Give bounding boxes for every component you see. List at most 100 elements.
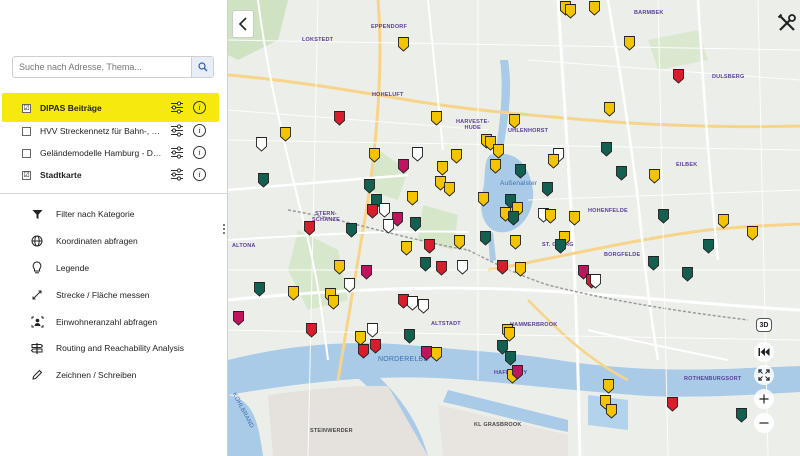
dipas-marker-icon[interactable]	[542, 182, 553, 197]
layer-item-dipas[interactable]: ☑ DIPAS Beiträge i	[0, 96, 228, 120]
dipas-marker-icon[interactable]	[606, 404, 617, 419]
dipas-marker-icon[interactable]	[412, 147, 423, 162]
dipas-marker-icon[interactable]	[747, 226, 758, 241]
info-icon[interactable]: i	[193, 146, 206, 159]
dipas-marker-icon[interactable]	[404, 329, 415, 344]
dipas-marker-icon[interactable]	[480, 231, 491, 246]
search-button[interactable]	[191, 57, 213, 77]
dipas-marker-icon[interactable]	[648, 256, 659, 271]
sliders-icon[interactable]	[170, 168, 184, 181]
dipas-marker-icon[interactable]	[383, 219, 394, 234]
3d-button[interactable]: 3D	[756, 318, 772, 332]
dipas-marker-icon[interactable]	[367, 323, 378, 338]
zoom-in-button[interactable]	[754, 389, 774, 409]
dipas-marker-icon[interactable]	[437, 161, 448, 176]
dipas-marker-icon[interactable]	[508, 211, 519, 226]
dipas-marker-icon[interactable]	[369, 148, 380, 163]
zoom-out-button[interactable]	[754, 413, 774, 433]
dipas-marker-icon[interactable]	[334, 111, 345, 126]
layer-item-stadtkarte[interactable]: ☑ Stadtkarte i	[0, 164, 228, 186]
sliders-icon[interactable]	[170, 101, 184, 114]
map-view[interactable]: LOKSTEDT EPPENDORF BARMBEK DULSBERG HOHE…	[228, 0, 800, 456]
dipas-marker-icon[interactable]	[736, 408, 747, 423]
dipas-marker-icon[interactable]	[673, 69, 684, 84]
dipas-marker-icon[interactable]	[344, 278, 355, 293]
layer-item-dgm[interactable]: Geländemodelle Hamburg - DGM i	[0, 142, 228, 164]
dipas-marker-icon[interactable]	[304, 221, 315, 236]
dipas-marker-icon[interactable]	[288, 286, 299, 301]
dipas-marker-icon[interactable]	[410, 217, 421, 232]
dipas-marker-icon[interactable]	[624, 36, 635, 51]
dipas-marker-icon[interactable]	[505, 351, 516, 366]
dipas-marker-icon[interactable]	[718, 214, 729, 229]
dipas-marker-icon[interactable]	[515, 164, 526, 179]
dipas-marker-icon[interactable]	[545, 209, 556, 224]
dipas-marker-icon[interactable]	[334, 260, 345, 275]
dipas-marker-icon[interactable]	[254, 282, 265, 297]
dipas-marker-icon[interactable]	[444, 182, 455, 197]
dipas-marker-icon[interactable]	[424, 239, 435, 254]
sliders-icon[interactable]	[170, 124, 184, 137]
dipas-marker-icon[interactable]	[370, 339, 381, 354]
tool-population[interactable]: Einwohneranzahl abfragen	[0, 308, 228, 335]
tool-filter[interactable]: Filter nach Kategorie	[0, 201, 228, 228]
dipas-marker-icon[interactable]	[401, 241, 412, 256]
dipas-marker-icon[interactable]	[658, 209, 669, 224]
dipas-marker-icon[interactable]	[590, 274, 601, 289]
dipas-marker-icon[interactable]	[346, 223, 357, 238]
dipas-marker-icon[interactable]	[407, 296, 418, 311]
dipas-marker-icon[interactable]	[431, 111, 442, 126]
info-icon[interactable]: i	[193, 168, 206, 181]
tools-menu-button[interactable]	[776, 12, 798, 34]
dipas-marker-icon[interactable]	[418, 299, 429, 314]
dipas-marker-icon[interactable]	[398, 37, 409, 52]
tool-measure[interactable]: Strecke / Fläche messen	[0, 281, 228, 308]
dipas-marker-icon[interactable]	[256, 137, 267, 152]
dipas-marker-icon[interactable]	[258, 173, 269, 188]
dipas-marker-icon[interactable]	[604, 102, 615, 117]
layer-item-hvv[interactable]: HVV Streckennetz für Bahn-, Bus- und Fäh…	[0, 120, 228, 142]
layer-checkbox[interactable]: ☑	[22, 170, 31, 180]
tool-coordinates[interactable]: Koordinaten abfragen	[0, 228, 228, 255]
dipas-marker-icon[interactable]	[589, 1, 600, 16]
dipas-marker-icon[interactable]	[328, 295, 339, 310]
dipas-marker-icon[interactable]	[548, 154, 559, 169]
search-input[interactable]	[13, 57, 191, 77]
dipas-marker-icon[interactable]	[565, 4, 576, 19]
dipas-marker-icon[interactable]	[616, 166, 627, 181]
dipas-marker-icon[interactable]	[478, 192, 489, 207]
dipas-marker-icon[interactable]	[509, 114, 520, 129]
layer-checkbox[interactable]	[22, 148, 31, 158]
dipas-marker-icon[interactable]	[649, 169, 660, 184]
tool-draw[interactable]: Zeichnen / Schreiben	[0, 362, 228, 389]
tool-routing[interactable]: Routing and Reachability Analysis	[0, 335, 228, 362]
dipas-marker-icon[interactable]	[367, 204, 378, 219]
fullscreen-button[interactable]	[754, 365, 774, 385]
tool-legend[interactable]: Legende	[0, 255, 228, 282]
dipas-marker-icon[interactable]	[667, 397, 678, 412]
dipas-marker-icon[interactable]	[420, 257, 431, 272]
dipas-marker-icon[interactable]	[398, 159, 409, 174]
dipas-marker-icon[interactable]	[512, 365, 523, 380]
collapse-sidebar-button[interactable]	[232, 10, 254, 38]
dipas-marker-icon[interactable]	[497, 260, 508, 275]
skip-back-button[interactable]	[754, 342, 774, 362]
dipas-marker-icon[interactable]	[436, 261, 447, 276]
dipas-marker-icon[interactable]	[454, 235, 465, 250]
dipas-marker-icon[interactable]	[407, 191, 418, 206]
dipas-marker-icon[interactable]	[510, 235, 521, 250]
dipas-marker-icon[interactable]	[515, 262, 526, 277]
dipas-marker-icon[interactable]	[555, 239, 566, 254]
dipas-marker-icon[interactable]	[361, 265, 372, 280]
dipas-marker-icon[interactable]	[451, 149, 462, 164]
dipas-marker-icon[interactable]	[431, 347, 442, 362]
dipas-marker-icon[interactable]	[493, 144, 504, 159]
layer-checkbox[interactable]: ☑	[22, 103, 31, 113]
dipas-marker-icon[interactable]	[457, 260, 468, 275]
dipas-marker-icon[interactable]	[569, 211, 580, 226]
dipas-marker-icon[interactable]	[703, 239, 714, 254]
dipas-marker-icon[interactable]	[603, 379, 614, 394]
sliders-icon[interactable]	[170, 146, 184, 159]
dipas-marker-icon[interactable]	[601, 142, 612, 157]
sidebar-resize-handle[interactable]	[223, 224, 226, 238]
